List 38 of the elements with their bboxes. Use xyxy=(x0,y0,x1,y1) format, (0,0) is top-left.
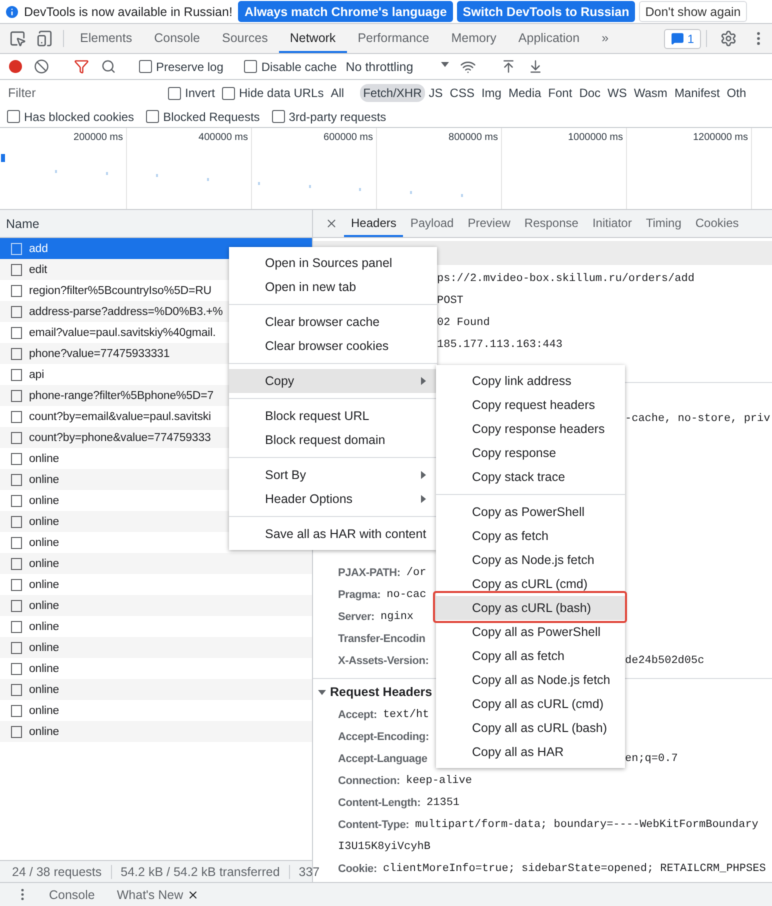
header-value: I3U15K8yiVcyhB xyxy=(338,841,430,853)
status-text: 24 / 38 requests xyxy=(12,864,112,878)
header-value: text/ht xyxy=(382,709,430,721)
status-text: 337 xyxy=(298,864,321,878)
header-name: Pragma: xyxy=(338,589,381,601)
header-value: multipart/form-data; boundary=----WebKitFormBoundary xyxy=(415,819,758,831)
header-value: ps://2.mvideo-box.skillum.ru/orders/add xyxy=(437,273,694,285)
timeline-tick: 800000 ms xyxy=(448,132,498,145)
timeline-tick: 1200000 ms xyxy=(692,132,748,145)
timeline-tick: 600000 ms xyxy=(324,132,373,145)
header-value: POST xyxy=(437,295,464,307)
header-name: Accept-Encoding: xyxy=(338,731,429,743)
header-name: Connection: xyxy=(338,775,400,787)
header-value: 02 Found xyxy=(437,317,490,329)
header-name: Content-Type: xyxy=(338,819,410,831)
header-name: Transfer-Encodin xyxy=(338,633,426,645)
timeline-tick: 200000 ms xyxy=(74,132,123,145)
header-name: Cookie: xyxy=(338,863,377,875)
header-value: keep-alive xyxy=(406,775,472,787)
header-name: Content-Length: xyxy=(338,797,421,809)
header-name: PJAX-PATH: xyxy=(338,567,400,579)
header-name: X-Assets-Version: xyxy=(338,655,429,667)
header-value: no-cac xyxy=(386,589,426,601)
status-text: 54.2 kB / 54.2 kB transferred xyxy=(120,864,290,878)
header-name: Accept: xyxy=(338,709,377,721)
header-value: -cache, no-store, priv xyxy=(625,413,770,425)
header-value: de24b502d05c xyxy=(625,655,704,667)
header-value: /or xyxy=(406,567,426,579)
header-value: 21351 xyxy=(426,797,460,809)
header-value: 185.177.113.163:443 xyxy=(437,339,562,351)
timeline-tick: 400000 ms xyxy=(198,132,248,145)
header-value: en;q=0.7 xyxy=(625,753,678,765)
infobar-message: DevTools is now available in Russian! xyxy=(24,4,232,18)
header-value: nginx xyxy=(380,611,414,623)
header-name: Server: xyxy=(338,611,375,623)
header-value: clientMoreInfo=true; sidebarState=opened; RETAILCRM_PHPSES xyxy=(382,863,766,875)
header-name: Accept-Language xyxy=(338,753,428,765)
timeline-tick: 1000000 ms xyxy=(568,132,623,145)
